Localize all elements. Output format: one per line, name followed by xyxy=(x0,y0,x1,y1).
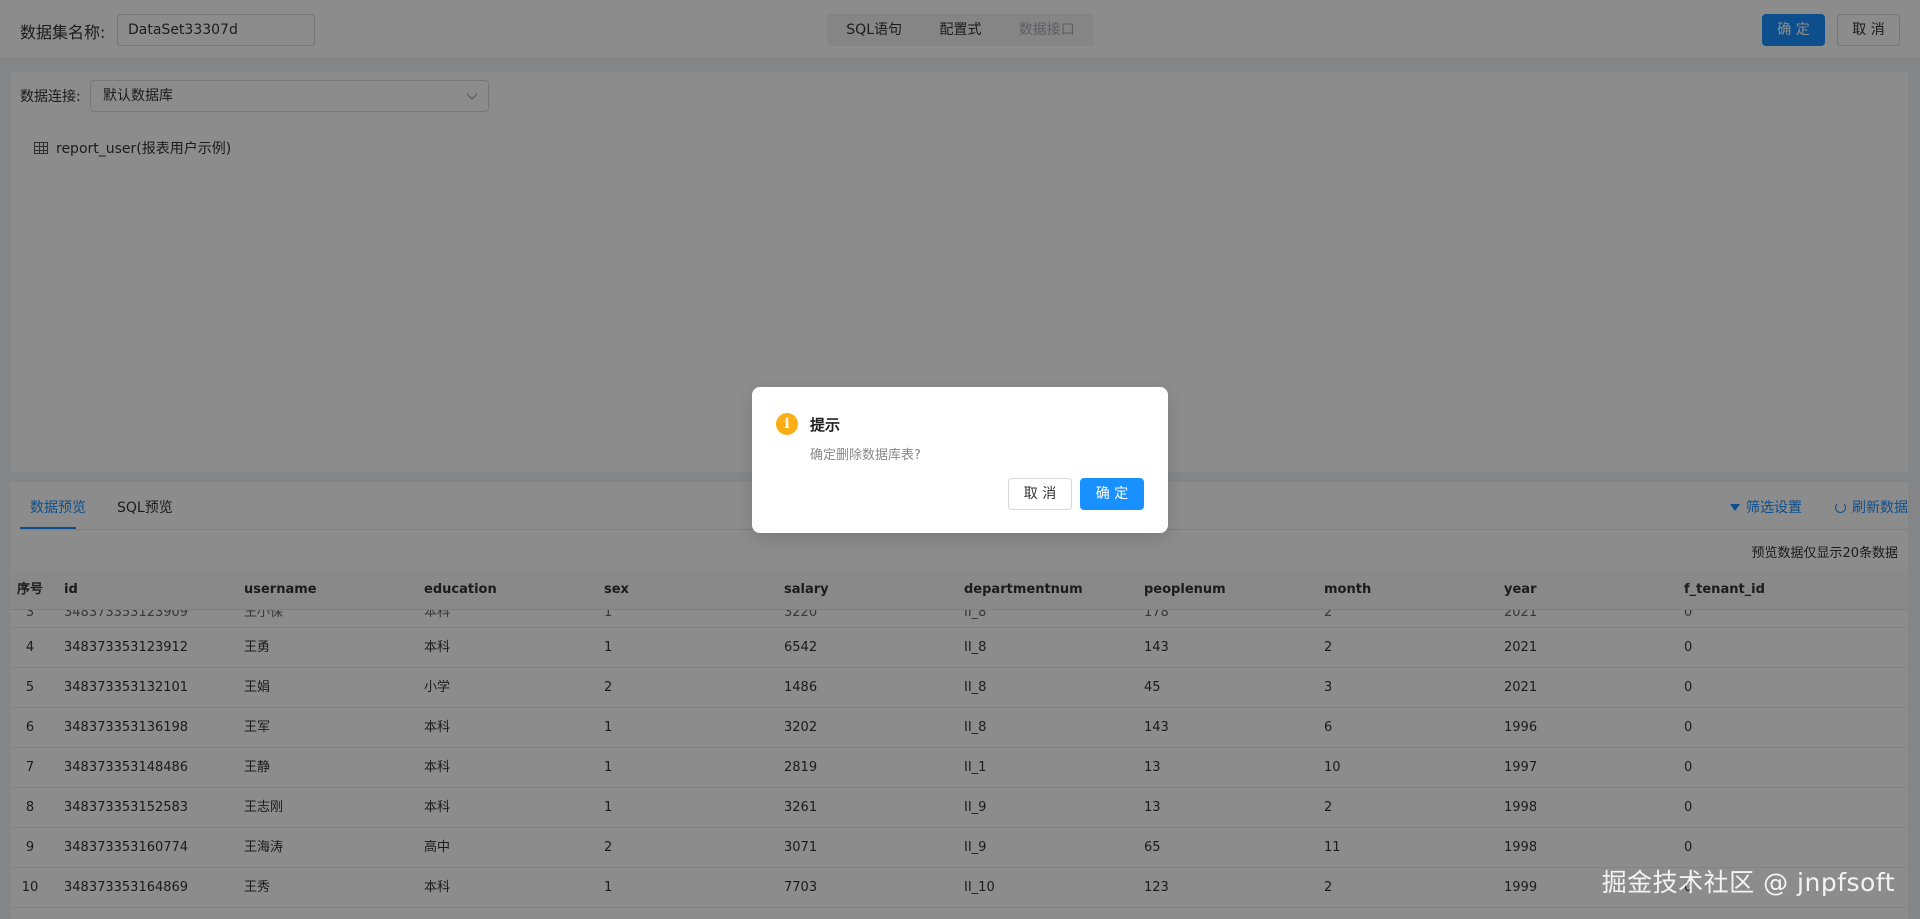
info-icon: i xyxy=(776,413,798,435)
dataset-editor-page: 数据集名称: DataSet33307d SQL语句 配置式 数据接口 确 定 … xyxy=(0,0,1920,919)
dialog-title: 提示 xyxy=(810,416,841,434)
dialog-cancel-button[interactable]: 取 消 xyxy=(1008,478,1072,510)
watermark: 掘金技术社区 @ jnpfsoft xyxy=(1601,868,1895,897)
confirm-dialog: i 提示 确定删除数据库表? 取 消 确 定 xyxy=(752,387,1168,533)
dialog-message: 确定删除数据库表? xyxy=(810,448,921,463)
dialog-confirm-button[interactable]: 确 定 xyxy=(1080,478,1144,510)
